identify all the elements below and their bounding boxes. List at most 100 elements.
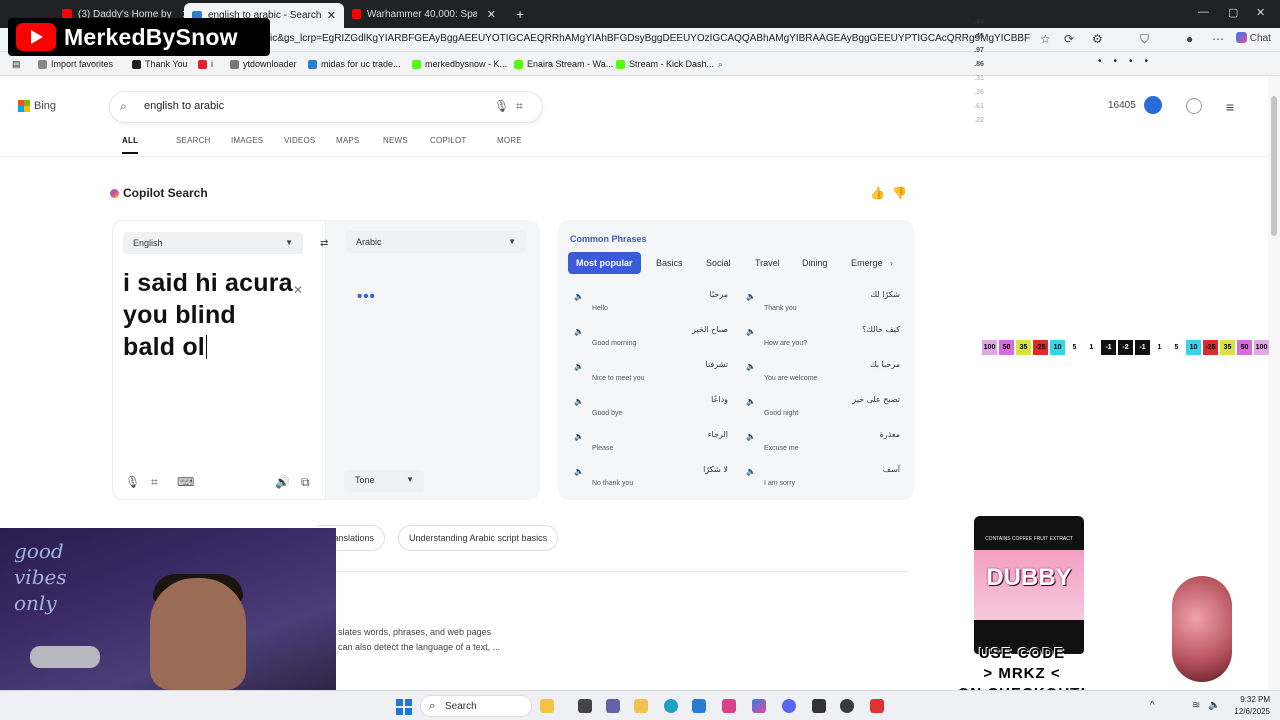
app-icon[interactable] bbox=[722, 699, 736, 713]
speaker-icon[interactable]: 🔊 bbox=[275, 475, 290, 489]
rewards-points[interactable]: 16405 bbox=[1108, 100, 1136, 111]
obs-icon[interactable] bbox=[840, 699, 854, 713]
url-field[interactable]: ic&gs_lcrp=EgRIZGdlKgYIARBFGEAyBggAEEUYO… bbox=[270, 33, 1030, 44]
phrase-item[interactable]: 🔈 آسف I am sorry bbox=[742, 465, 902, 499]
bookmark-item[interactable]: ytdownloader bbox=[230, 59, 297, 69]
refresh-icon[interactable]: ⟳ bbox=[1064, 32, 1074, 46]
phrase-item[interactable]: 🔈 مرحبا بك You are welcome bbox=[742, 360, 902, 394]
phrase-item[interactable]: 🔈 صباح الخير Good morning bbox=[570, 325, 730, 359]
phrase-item[interactable]: 🔈 معذرة Excuse me bbox=[742, 430, 902, 464]
tab-search[interactable]: SEARCH bbox=[176, 136, 211, 145]
teams-icon[interactable] bbox=[606, 699, 620, 713]
target-language-select[interactable]: Arabic ▼ bbox=[346, 231, 526, 253]
star-icon[interactable]: ☆ bbox=[1040, 32, 1051, 46]
phrase-item[interactable]: 🔈 لا شكرًا No thank you bbox=[570, 465, 730, 499]
phrase-item[interactable]: 🔈 شكرًا لك Thank you bbox=[742, 290, 902, 324]
tab-warhammer[interactable]: Warhammer 40,000: Space Marine ✕ bbox=[344, 4, 504, 24]
phrase-item[interactable]: 🔈 الرجاء Please bbox=[570, 430, 730, 464]
tray-chevron-icon[interactable]: ^ bbox=[1150, 700, 1155, 711]
search-icon[interactable]: ⌕ bbox=[718, 59, 723, 70]
tab-all[interactable]: ALL bbox=[122, 136, 139, 154]
speaker-icon[interactable]: 🔈 bbox=[574, 292, 584, 301]
tab-travel[interactable]: Travel bbox=[755, 258, 780, 268]
tab-images[interactable]: IMAGES bbox=[231, 136, 263, 145]
bing-logo[interactable]: Bing bbox=[18, 100, 56, 112]
related-chip[interactable]: Understanding Arabic script basics bbox=[398, 525, 559, 551]
close-icon[interactable]: ✕ bbox=[327, 9, 336, 22]
bookmark-item[interactable]: merkedbysnow - K... bbox=[412, 59, 507, 69]
tab-basics[interactable]: Basics bbox=[656, 258, 683, 268]
keyboard-icon[interactable]: ⌨ bbox=[177, 475, 194, 489]
speaker-icon[interactable]: 🔈 bbox=[574, 327, 584, 336]
clear-text-icon[interactable]: ✕ bbox=[293, 283, 303, 297]
speaker-icon[interactable]: 🔈 bbox=[746, 292, 756, 301]
bookmark-item[interactable]: i bbox=[198, 59, 213, 69]
swap-languages-icon[interactable]: ⇄ bbox=[320, 238, 328, 249]
bookmark-item[interactable]: Enaira Stream - Wa... bbox=[514, 59, 613, 69]
speaker-icon[interactable]: 🔈 bbox=[746, 397, 756, 406]
start-button-icon[interactable] bbox=[396, 699, 412, 715]
rewards-medal-icon[interactable] bbox=[1144, 96, 1162, 114]
search-box[interactable]: ⌕ english to arabic 🎙 ⌗ bbox=[110, 92, 542, 122]
source-text-input[interactable]: i said hi acura you blind bald ol bbox=[123, 267, 293, 363]
thumbs-down-icon[interactable]: 👎 bbox=[892, 186, 907, 200]
speaker-icon[interactable]: 🔈 bbox=[746, 432, 756, 441]
tone-select[interactable]: Tone ▼ bbox=[344, 470, 424, 492]
search-input[interactable]: english to arabic bbox=[144, 100, 224, 112]
volume-icon[interactable]: 🔈 bbox=[1208, 700, 1220, 711]
speaker-icon[interactable]: 🔈 bbox=[746, 467, 756, 476]
tab-news[interactable]: NEWS bbox=[383, 136, 408, 145]
camera-translate-icon[interactable]: ⌗ bbox=[151, 475, 158, 490]
speaker-icon[interactable]: 🔈 bbox=[746, 362, 756, 371]
bookmark-item[interactable]: midas for uc trade... bbox=[308, 59, 401, 69]
phrase-item[interactable]: 🔈 تشرفنا Nice to meet you bbox=[570, 360, 730, 394]
more-icon[interactable]: ⋯ bbox=[1212, 32, 1224, 46]
tab-videos[interactable]: VIDEOS bbox=[284, 136, 315, 145]
tab-maps[interactable]: MAPS bbox=[336, 136, 359, 145]
scrollbar-thumb[interactable] bbox=[1271, 96, 1277, 236]
store-icon[interactable] bbox=[692, 699, 706, 713]
bookmark-item[interactable]: Thank You bbox=[132, 59, 188, 69]
chevron-right-icon[interactable]: › bbox=[890, 258, 893, 268]
close-window-icon[interactable]: ✕ bbox=[1256, 6, 1265, 19]
copy-icon[interactable]: ⧉ bbox=[301, 475, 310, 490]
app-icon[interactable] bbox=[812, 699, 826, 713]
phrase-item[interactable]: 🔈 مرحبًا Hello bbox=[570, 290, 730, 324]
thumbs-up-icon[interactable]: 👍 bbox=[870, 186, 885, 200]
phrase-item[interactable]: 🔈 تصبح على خير Good night bbox=[742, 395, 902, 429]
new-tab-button[interactable]: + bbox=[508, 4, 532, 24]
tab-social[interactable]: Social bbox=[706, 258, 731, 268]
maximize-icon[interactable]: ▢ bbox=[1228, 6, 1238, 19]
source-language-select[interactable]: English ▼ bbox=[123, 232, 303, 254]
taskbar-search[interactable]: ⌕ Search bbox=[420, 695, 532, 717]
phrase-item[interactable]: 🔈 كيف حالك؟ How are you? bbox=[742, 325, 902, 359]
tab-most-popular[interactable]: Most popular bbox=[568, 252, 641, 274]
speaker-icon[interactable]: 🔈 bbox=[574, 397, 584, 406]
tab-emergency[interactable]: Emerge bbox=[851, 258, 883, 268]
microphone-icon[interactable]: 🎙 bbox=[125, 475, 140, 489]
wifi-icon[interactable]: ≋ bbox=[1192, 700, 1200, 711]
extensions-icon[interactable]: ⚙ bbox=[1092, 32, 1103, 46]
file-explorer-icon[interactable] bbox=[634, 699, 648, 713]
app-icon[interactable] bbox=[870, 699, 884, 713]
visual-search-icon[interactable]: ⌗ bbox=[516, 99, 523, 114]
microphone-icon[interactable]: 🎙 bbox=[494, 99, 509, 113]
phrase-item[interactable]: 🔈 وداعًا Good bye bbox=[570, 395, 730, 429]
speaker-icon[interactable]: 🔈 bbox=[574, 432, 584, 441]
bookmarks-menu-icon[interactable]: ▤ bbox=[12, 59, 21, 70]
copilot-chat-button[interactable]: Chat bbox=[1236, 32, 1271, 44]
bookmark-item[interactable]: Stream - Kick Dash... bbox=[616, 59, 714, 69]
shield-icon[interactable]: ⛉ bbox=[1140, 32, 1149, 47]
minimize-icon[interactable]: — bbox=[1198, 6, 1209, 18]
tab-more[interactable]: MORE bbox=[497, 136, 522, 145]
speaker-icon[interactable]: 🔈 bbox=[574, 467, 584, 476]
weather-icon[interactable] bbox=[540, 699, 554, 713]
speaker-icon[interactable]: 🔈 bbox=[746, 327, 756, 336]
page-scrollbar[interactable] bbox=[1268, 76, 1280, 690]
bookmark-item[interactable]: Import favorites bbox=[38, 59, 113, 69]
discord-icon[interactable] bbox=[782, 699, 796, 713]
close-icon[interactable]: ✕ bbox=[487, 8, 496, 21]
hamburger-menu-icon[interactable]: ≡ bbox=[1226, 99, 1234, 115]
system-clock[interactable]: 9:32 PM 12/6/2025 bbox=[1226, 694, 1270, 718]
copilot-icon[interactable] bbox=[752, 699, 766, 713]
